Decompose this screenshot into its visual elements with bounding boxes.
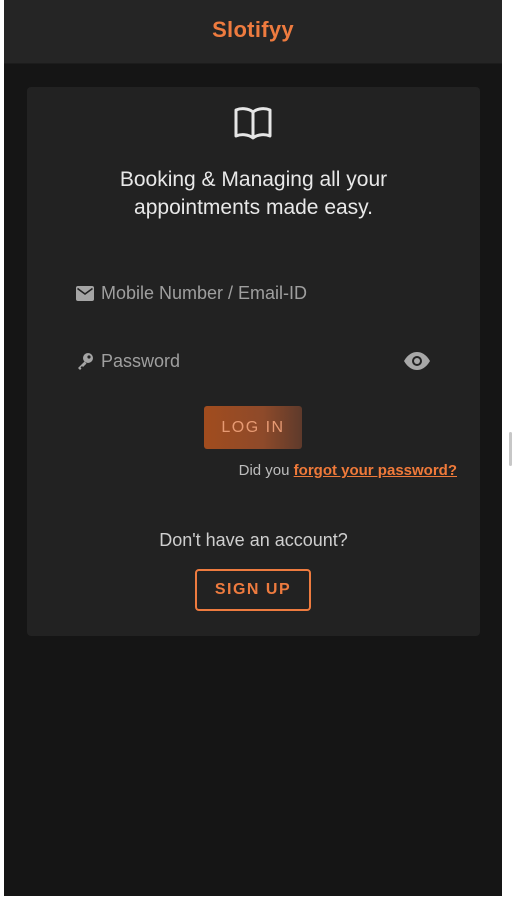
open-book-icon xyxy=(234,107,272,140)
email-input[interactable] xyxy=(101,282,435,304)
password-input[interactable] xyxy=(101,350,435,372)
password-field[interactable] xyxy=(75,346,435,376)
app-header: Slotifyy xyxy=(4,0,502,63)
forgot-password-line: Did you forgot your password? xyxy=(27,462,457,479)
eye-icon[interactable] xyxy=(401,348,433,374)
tagline: Booking & Managing all your appointments… xyxy=(119,168,388,219)
page-bottom-edge xyxy=(0,896,515,900)
signup-button[interactable]: SIGN UP xyxy=(195,569,311,611)
forgot-password-link[interactable]: forgot your password? xyxy=(294,462,457,479)
key-icon xyxy=(75,351,95,371)
scrollbar-thumb[interactable] xyxy=(509,432,512,466)
app-viewport: Slotifyy Booking & Managing all your app… xyxy=(4,0,502,896)
email-field[interactable] xyxy=(75,278,435,308)
login-card: Booking & Managing all your appointments… xyxy=(27,87,480,636)
login-button[interactable]: LOG IN xyxy=(204,406,302,449)
app-title: Slotifyy xyxy=(212,16,294,42)
no-account-prompt: Don't have an account? xyxy=(159,530,348,550)
forgot-prefix: Did you xyxy=(238,462,294,479)
envelope-icon xyxy=(75,283,95,303)
